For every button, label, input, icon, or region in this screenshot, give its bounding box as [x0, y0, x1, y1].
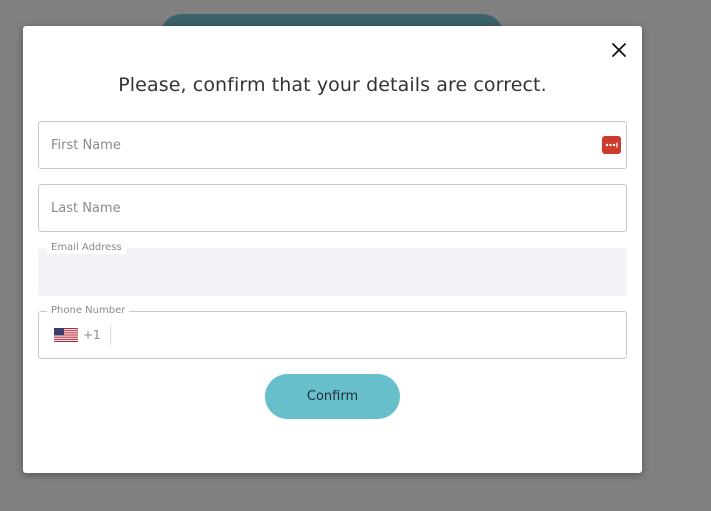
phone-field[interactable]: Phone Number +1 [38, 305, 627, 359]
email-field[interactable]: Email Address [38, 242, 627, 296]
last-name-input[interactable] [51, 185, 591, 231]
dial-code: +1 [83, 328, 101, 342]
country-selector[interactable]: +1 [54, 312, 111, 358]
password-manager-button[interactable] [602, 136, 621, 154]
close-button[interactable] [609, 40, 629, 60]
last-name-field[interactable] [38, 184, 627, 232]
password-manager-icon [605, 142, 618, 148]
first-name-input[interactable] [51, 122, 591, 168]
first-name-field[interactable] [38, 121, 627, 169]
modal-title: Please, confirm that your details are co… [118, 74, 547, 96]
prefix-divider [109, 325, 111, 345]
close-icon [612, 43, 626, 57]
phone-input[interactable] [117, 312, 617, 358]
us-flag-icon [54, 328, 78, 342]
confirm-button[interactable]: Confirm [265, 374, 400, 419]
email-input[interactable] [51, 249, 591, 295]
confirm-details-modal: Please, confirm that your details are co… [23, 26, 642, 473]
